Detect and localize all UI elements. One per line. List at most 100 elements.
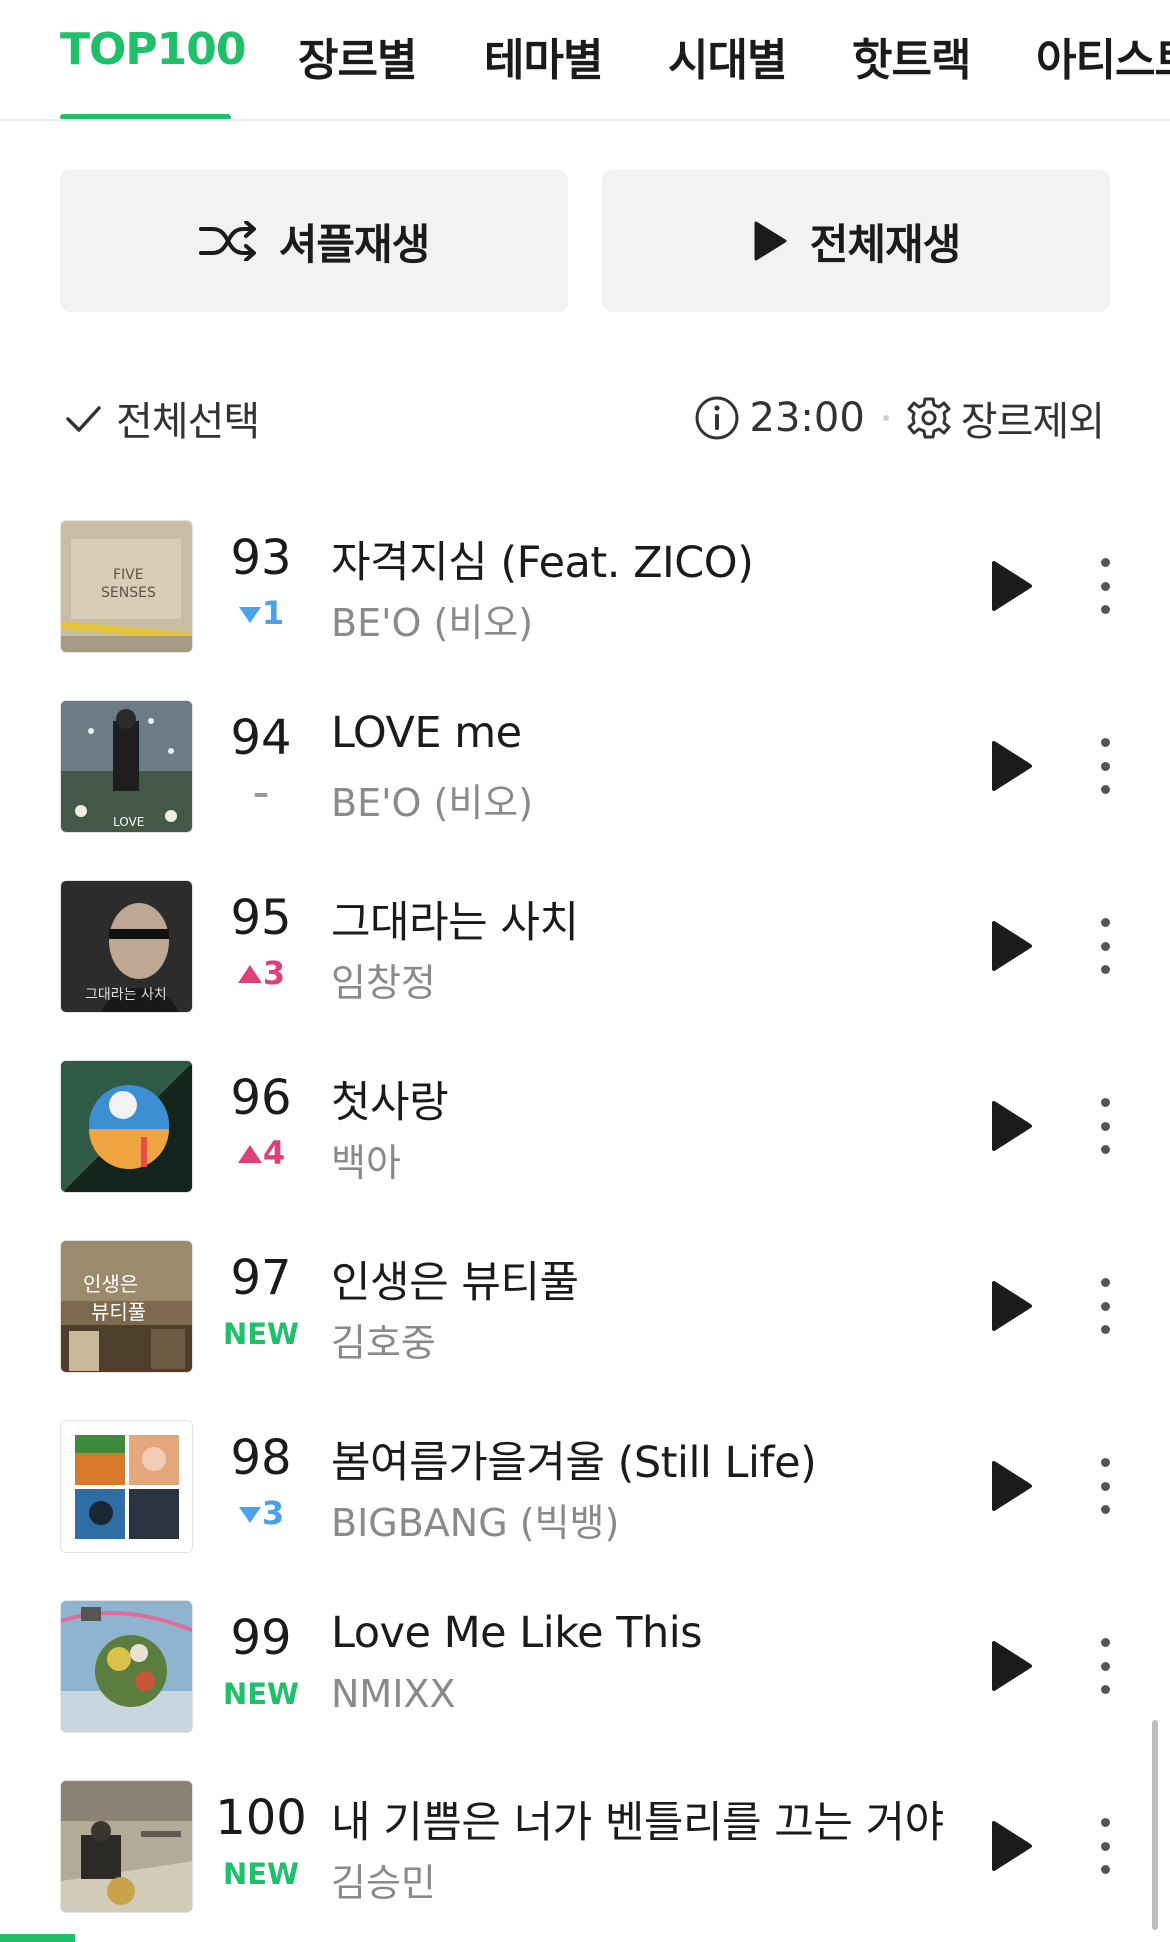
play-icon[interactable] [990,560,1034,612]
rank-number: 95 [230,890,292,946]
song-row[interactable]: 98 3 봄여름가을겨울 (Still Life) BIGBANG (빅뱅) [0,1400,1170,1580]
rank-change: 4 [210,1134,312,1172]
select-all-label: 전체선택 [116,399,260,445]
play-all-button[interactable]: 전체재생 [602,170,1110,312]
play-icon[interactable] [990,1100,1034,1152]
shuffle-icon [198,221,256,261]
more-options-icon[interactable] [1090,1458,1120,1514]
rank-change: – [253,774,269,812]
song-artist[interactable]: BE'O (비오) [331,772,533,827]
play-icon [754,221,787,261]
play-icon[interactable] [990,740,1034,792]
play-icon[interactable] [990,1280,1034,1332]
rank-number: 94 [230,710,292,766]
more-options-icon[interactable] [1090,1278,1120,1334]
info-icon[interactable] [694,395,740,441]
rank-number: 97 [230,1250,292,1306]
tab-artist[interactable]: 아티스트 [1036,24,1170,88]
active-tab-indicator [60,114,231,119]
album-cover[interactable]: 그대라는 사치 [60,880,193,1013]
select-all-button[interactable]: 전체선택 [62,389,260,447]
playback-progress-bar [0,1934,75,1942]
album-cover[interactable] [60,1780,193,1913]
rank-up-icon [237,1145,262,1163]
rank-change: NEW [222,1857,300,1891]
more-options-icon[interactable] [1090,1638,1120,1694]
rank-number: 100 [215,1790,307,1846]
song-title[interactable]: 내 기쁨은 너가 벤틀리를 끄는 거야 [331,1788,944,1850]
song-title[interactable]: 자격지심 (Feat. ZICO) [331,528,754,590]
chart-update-time: 23:00 [749,395,865,441]
svg-text:FIVE: FIVE [113,567,144,583]
song-artist[interactable]: BIGBANG (빅뱅) [331,1492,619,1547]
rank-change: NEW [222,1317,300,1351]
play-icon[interactable] [990,920,1034,972]
song-artist[interactable]: 김승민 [331,1852,436,1907]
play-icon[interactable] [990,1460,1034,1512]
album-cover[interactable] [60,1600,193,1733]
chart-toolbar: 23:00 장르제외 [694,389,1105,447]
more-options-icon[interactable] [1090,1818,1120,1874]
exclude-genre-button[interactable]: 장르제외 [907,389,1105,447]
rank-number: 99 [230,1610,292,1666]
song-artist[interactable]: 김호중 [331,1312,436,1367]
song-row[interactable]: 96 4 첫사랑 백아 [0,1040,1170,1220]
svg-text:뷰티풀: 뷰티풀 [91,1300,146,1324]
shuffle-play-button[interactable]: 셔플재생 [60,170,568,312]
svg-text:그대라는 사치: 그대라는 사치 [85,987,167,1003]
song-row[interactable]: 인생은뷰티풀 97 NEW 인생은 뷰티풀 김호중 [0,1220,1170,1400]
checkmark-icon [66,406,101,432]
song-title[interactable]: 봄여름가을겨울 (Still Life) [331,1428,817,1490]
album-cover[interactable] [60,1060,193,1193]
rank-number: 96 [230,1070,292,1126]
album-cover[interactable]: FIVE SENSES [60,520,193,653]
scrollbar[interactable] [1152,1720,1158,1930]
svg-text:인생은: 인생은 [83,1272,138,1296]
play-icon[interactable] [990,1820,1034,1872]
song-artist[interactable]: 임창정 [331,952,436,1007]
album-cover[interactable]: LOVE [60,700,193,833]
rank-change: NEW [222,1677,300,1711]
shuffle-play-label: 셔플재생 [278,219,431,269]
svg-text:SENSES: SENSES [101,585,156,601]
song-title[interactable]: 인생은 뷰티풀 [331,1248,579,1310]
song-title[interactable]: 첫사랑 [331,1068,449,1130]
rank-number: 93 [230,530,292,586]
tab-theme[interactable]: 테마별 [484,24,603,88]
rank-change: 3 [210,954,312,992]
more-options-icon[interactable] [1090,918,1120,974]
song-row[interactable]: LOVE 94 – LOVE me BE'O (비오) [0,680,1170,860]
tab-era[interactable]: 시대별 [668,24,787,88]
song-title[interactable]: LOVE me [331,708,522,758]
rank-change: 1 [210,594,312,632]
tab-hot-track[interactable]: 핫트랙 [852,24,971,88]
separator-dot [882,415,889,421]
song-title[interactable]: Love Me Like This [331,1608,703,1658]
svg-text:LOVE: LOVE [113,815,144,829]
exclude-genre-label: 장르제외 [960,399,1105,445]
song-row[interactable]: 99 NEW Love Me Like This NMIXX [0,1580,1170,1760]
more-options-icon[interactable] [1090,1098,1120,1154]
tab-genre[interactable]: 장르별 [298,24,417,88]
song-artist[interactable]: 백아 [331,1132,401,1187]
more-options-icon[interactable] [1090,558,1120,614]
song-row[interactable]: 100 NEW 내 기쁨은 너가 벤틀리를 끄는 거야 김승민 [0,1760,1170,1940]
play-icon[interactable] [990,1640,1034,1692]
song-row[interactable]: FIVE SENSES 93 1 자격지심 (Feat. ZICO) BE'O (… [0,500,1170,680]
gear-icon [907,397,951,439]
chart-tabs: TOP100 장르별 테마별 시대별 핫트랙 아티스트 [0,0,1170,121]
rank-up-icon [237,965,262,983]
rank-number: 98 [230,1430,292,1486]
rank-down-icon [238,1507,261,1523]
rank-down-icon [238,607,261,623]
song-artist[interactable]: BE'O (비오) [331,592,533,647]
song-artist[interactable]: NMIXX [331,1672,455,1716]
tab-top100[interactable]: TOP100 [60,24,247,75]
more-options-icon[interactable] [1090,738,1120,794]
song-row[interactable]: 그대라는 사치 95 3 그대라는 사치 임창정 [0,860,1170,1040]
album-cover[interactable] [60,1420,193,1553]
play-all-label: 전체재생 [809,219,962,269]
album-cover[interactable]: 인생은뷰티풀 [60,1240,193,1373]
rank-change: 3 [210,1494,312,1532]
song-title[interactable]: 그대라는 사치 [331,888,579,950]
